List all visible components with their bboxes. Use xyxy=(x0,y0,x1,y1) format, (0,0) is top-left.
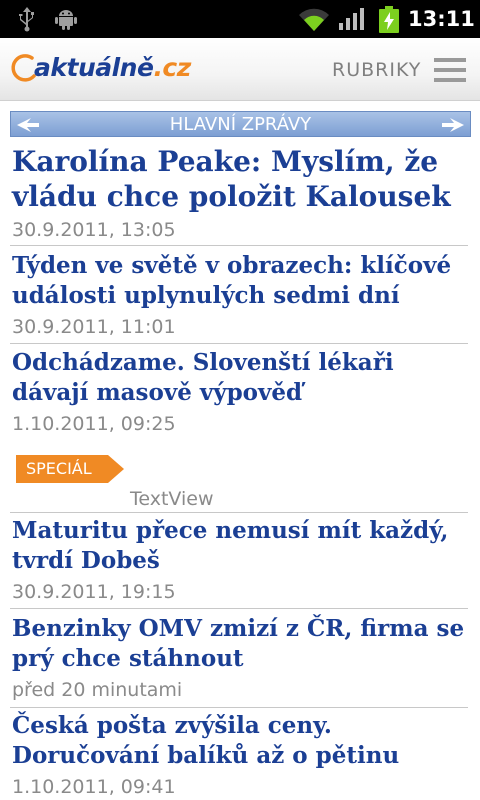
logo-text: aktuálně.cz xyxy=(34,50,191,86)
section-title: HLAVNÍ ZPRÁVY xyxy=(169,114,312,135)
special-tag-label: SPECIÁL xyxy=(26,459,92,478)
section-bar: HLAVNÍ ZPRÁVY xyxy=(10,111,471,137)
article-timestamp: 30.9.2011, 19:15 xyxy=(12,581,176,603)
article-item[interactable]: Odchádzame. Slovenští lékaři dávají maso… xyxy=(12,348,468,437)
battery-charging-icon xyxy=(379,6,399,33)
divider xyxy=(10,343,468,344)
sections-menu-label[interactable]: RUBRIKY xyxy=(332,57,421,83)
article-item[interactable]: Česká pošta zvýšila ceny. Doručování bal… xyxy=(12,711,468,800)
clock: 13:11 xyxy=(408,7,475,31)
textview-placeholder: TextView xyxy=(130,488,214,510)
article-headline[interactable]: Česká pošta zvýšila ceny. Doručování bal… xyxy=(12,711,468,771)
article-headline[interactable]: Odchádzame. Slovenští lékaři dávají maso… xyxy=(12,348,468,408)
divider xyxy=(10,608,468,609)
article-timestamp: 30.9.2011, 13:05 xyxy=(12,219,176,241)
divider xyxy=(10,707,468,708)
hamburger-menu-icon[interactable] xyxy=(434,58,466,82)
article-timestamp: 1.10.2011, 09:25 xyxy=(12,413,176,435)
article-item[interactable]: Týden ve světě v obrazech: klíčové událo… xyxy=(12,251,468,340)
article-headline[interactable]: Týden ve světě v obrazech: klíčové událo… xyxy=(12,251,468,311)
article-headline[interactable]: Benzinky OMV zmizí z ČR, firma se prý ch… xyxy=(12,614,468,674)
article-timestamp: 30.9.2011, 11:01 xyxy=(12,316,176,338)
article-headline[interactable]: Maturitu přece nemusí mít každý, tvrdí D… xyxy=(12,516,468,576)
divider xyxy=(10,245,468,246)
article-item[interactable]: Maturitu přece nemusí mít každý, tvrdí D… xyxy=(12,516,468,605)
android-debug-icon xyxy=(55,10,77,30)
logo-tld: .cz xyxy=(153,53,191,82)
usb-icon xyxy=(19,7,34,32)
logo-name: aktuálně xyxy=(34,53,154,82)
app-header: aktuálně.cz RUBRIKY xyxy=(0,38,480,101)
signal-icon xyxy=(339,8,364,30)
article-headline[interactable]: Karolína Peake: Myslím, že vládu chce po… xyxy=(12,144,468,214)
wifi-icon xyxy=(299,8,329,32)
status-bar: 13:11 xyxy=(0,0,480,38)
article-item[interactable]: Benzinky OMV zmizí z ČR, firma se prý ch… xyxy=(12,614,468,703)
article-timestamp: 1.10.2011, 09:41 xyxy=(12,776,176,798)
article-item[interactable]: Karolína Peake: Myslím, že vládu chce po… xyxy=(12,144,468,243)
divider xyxy=(10,512,468,513)
article-timestamp: před 20 minutami xyxy=(12,679,183,701)
next-section-arrow-icon[interactable] xyxy=(442,117,464,133)
